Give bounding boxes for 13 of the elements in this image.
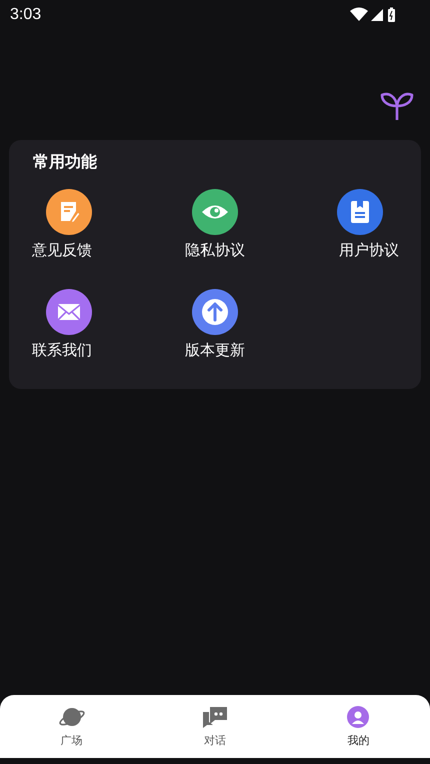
function-item[interactable]: 隐私协议: [148, 189, 282, 279]
status-icons: [350, 7, 396, 23]
section-title: 常用功能: [33, 152, 98, 173]
nav-tab[interactable]: 对话: [143, 695, 287, 758]
nav-tab[interactable]: 我的: [286, 695, 430, 758]
function-item[interactable]: 联系我们: [15, 289, 148, 379]
function-item[interactable]: 意见反馈: [15, 189, 148, 279]
status-time: 3:03: [10, 6, 42, 24]
chat-icon: [200, 705, 229, 729]
planet-icon: [58, 705, 86, 729]
nav-tab[interactable]: 广场: [0, 695, 144, 758]
function-item[interactable]: 用户协议: [282, 189, 415, 279]
function-item[interactable]: 版本更新: [148, 289, 282, 379]
